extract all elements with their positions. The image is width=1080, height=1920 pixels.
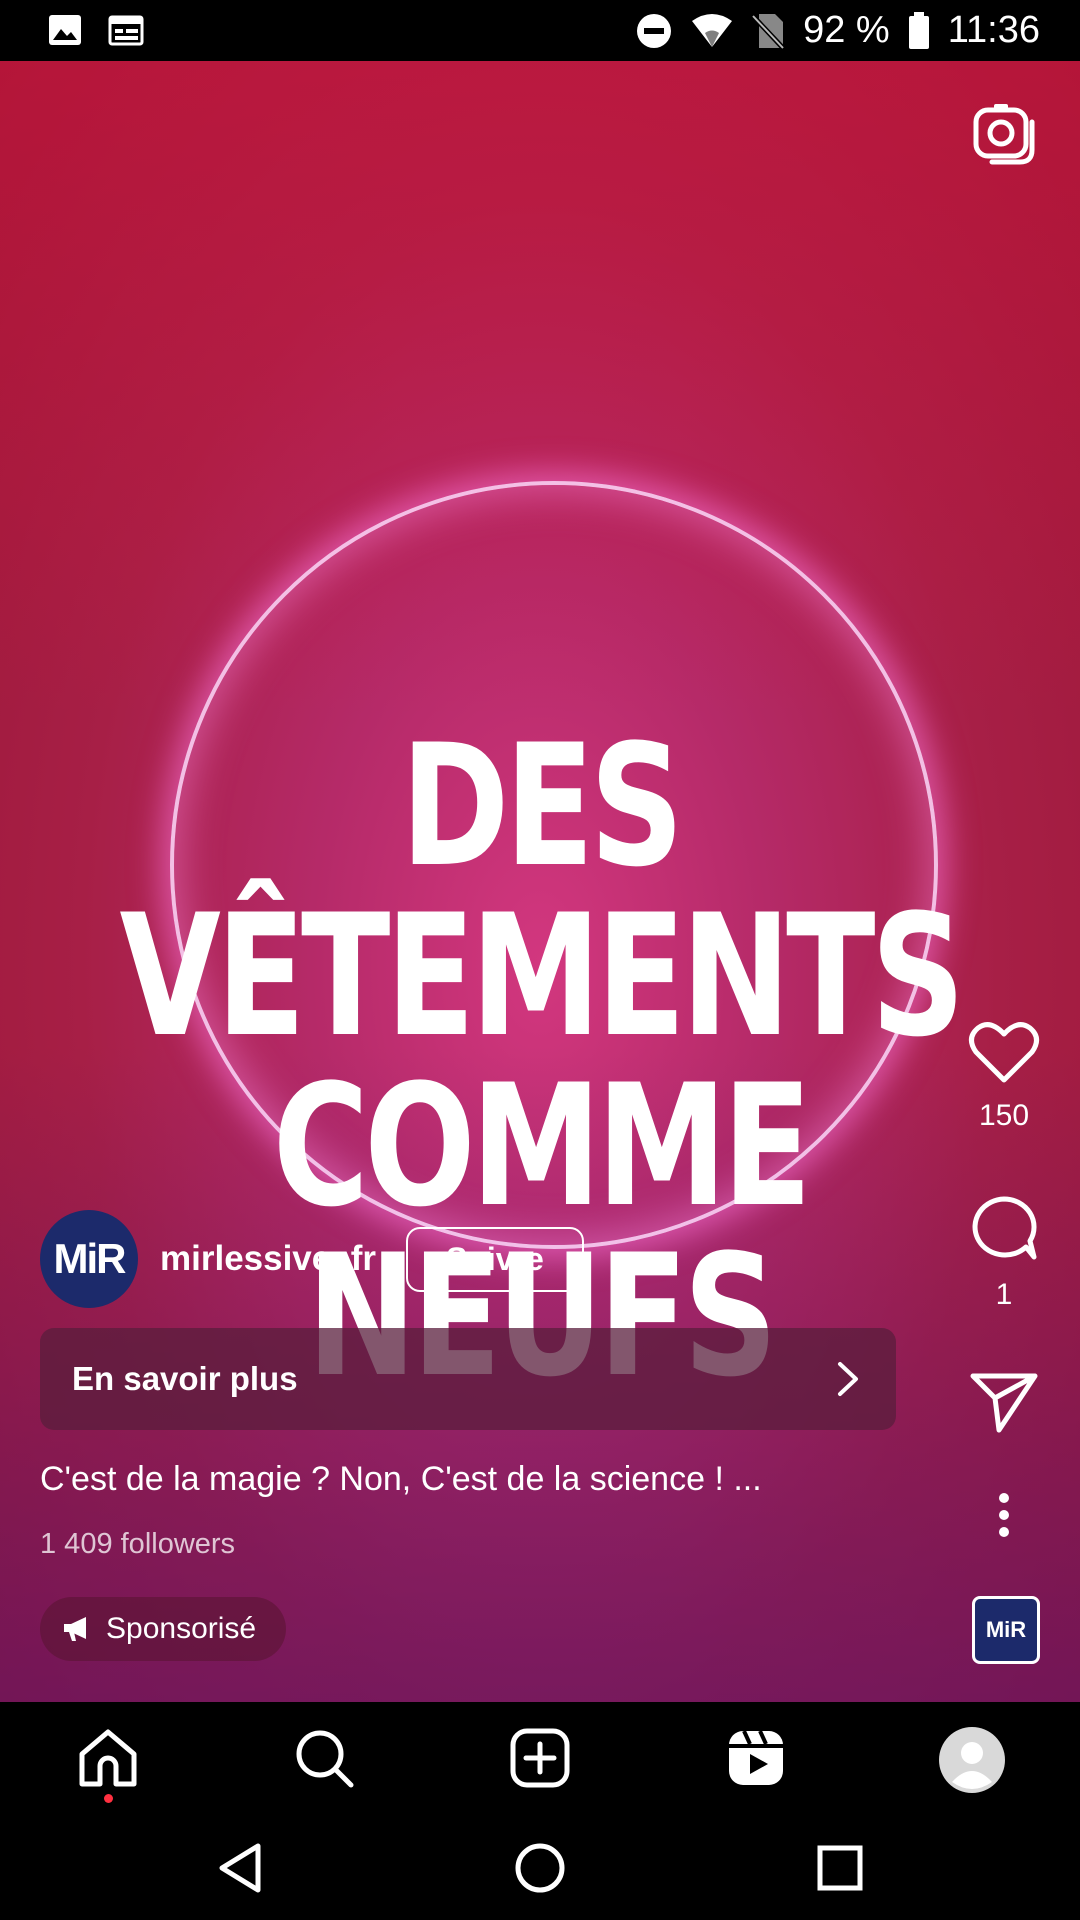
camera-button[interactable]: [970, 100, 1040, 170]
followers-count: 1 409 followers: [40, 1528, 236, 1560]
profile-icon: [939, 1727, 1005, 1793]
no-sim-icon: [751, 13, 785, 50]
reels-icon: [729, 1730, 783, 1785]
back-icon: [219, 1843, 261, 1893]
system-back-button[interactable]: [214, 1842, 266, 1894]
wifi-icon: [692, 13, 733, 47]
home-circle-icon: [515, 1843, 565, 1893]
clock: 11:36: [947, 9, 1040, 51]
send-icon[interactable]: [969, 1370, 1039, 1434]
learn-more-button[interactable]: En savoir plus: [40, 1328, 896, 1430]
like-count: 150: [978, 1099, 1030, 1132]
comment-icon[interactable]: [968, 1195, 1040, 1263]
home-icon: [79, 1729, 137, 1787]
share-action[interactable]: [954, 1370, 1054, 1439]
nav-search[interactable]: [292, 1726, 356, 1790]
more-options[interactable]: [954, 1492, 1054, 1543]
calendar-icon: [108, 15, 144, 46]
notification-dot: [104, 1794, 113, 1803]
caption[interactable]: C'est de la magie ? Non, C'est de la sci…: [40, 1460, 762, 1499]
nav-create[interactable]: [508, 1726, 572, 1790]
bottom-navigation: [0, 1702, 1080, 1814]
dnd-icon: [637, 13, 672, 48]
nav-reels[interactable]: [724, 1726, 788, 1790]
username[interactable]: mirlessive_fr: [160, 1239, 376, 1279]
battery-icon: [908, 11, 929, 49]
nav-home[interactable]: [76, 1726, 140, 1803]
battery-percent: 92 %: [803, 9, 890, 51]
audio-thumbnail[interactable]: MiR: [972, 1596, 1040, 1664]
sponsored-badge[interactable]: Sponsorisé: [40, 1597, 287, 1661]
image-icon: [49, 15, 81, 45]
headline-line-1: DES VÊTEMENTS: [119, 708, 965, 1074]
nav-profile[interactable]: [938, 1726, 1005, 1793]
like-action[interactable]: 150: [954, 1020, 1054, 1133]
create-icon: [510, 1728, 570, 1788]
chevron-right-icon: [838, 1362, 858, 1396]
comment-action[interactable]: 1: [954, 1195, 1054, 1312]
reel-video[interactable]: DES VÊTEMENTS COMME NEUFS: [0, 61, 1080, 1702]
camera-icon: [973, 104, 1035, 165]
avatar[interactable]: MiR: [40, 1210, 138, 1308]
follow-button[interactable]: Suivre: [405, 1226, 584, 1292]
megaphone-icon: [64, 1617, 86, 1641]
heart-icon[interactable]: [968, 1020, 1040, 1084]
learn-more-label: En savoir plus: [72, 1360, 298, 1397]
status-bar: 92 % 11:36: [0, 0, 1080, 61]
more-vertical-icon[interactable]: [994, 1492, 1014, 1538]
system-home-button[interactable]: [514, 1842, 566, 1894]
search-icon: [296, 1730, 354, 1788]
system-navigation: [0, 1814, 1080, 1920]
recents-icon: [817, 1845, 863, 1891]
poster-row: MiR mirlessive_fr Suivre: [40, 1210, 584, 1308]
system-recents-button[interactable]: [814, 1842, 866, 1894]
comment-count: 1: [995, 1278, 1013, 1311]
sponsored-label: Sponsorisé: [106, 1612, 257, 1645]
